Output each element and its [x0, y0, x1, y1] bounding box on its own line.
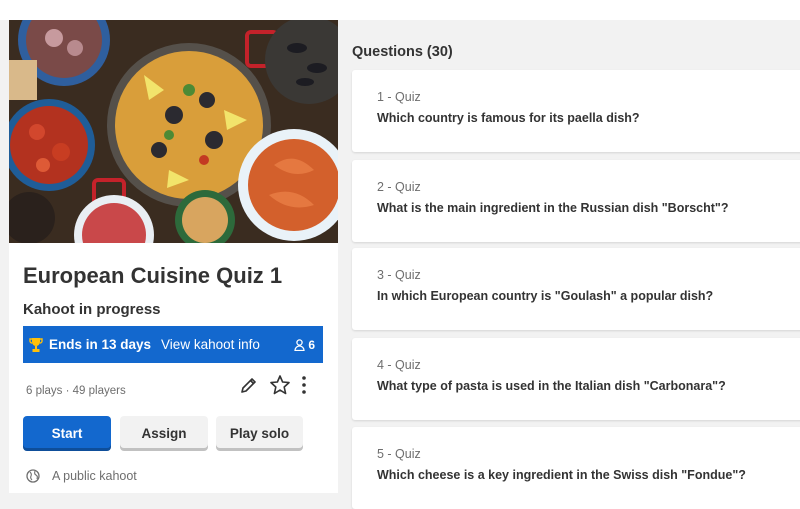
question-type: 5 - Quiz [377, 447, 421, 461]
kahoot-title: European Cuisine Quiz 1 [23, 263, 283, 288]
question-text: What type of pasta is used in the Italia… [377, 379, 726, 393]
participants-number: 6 [308, 337, 315, 352]
cover-image [9, 20, 338, 243]
kahoot-actions [239, 372, 307, 398]
question-type: 3 - Quiz [377, 268, 421, 282]
question-card[interactable]: 1 - Quiz Which country is famous for its… [352, 70, 800, 152]
play-solo-button[interactable]: Play solo [216, 416, 303, 451]
question-type: 2 - Quiz [377, 180, 421, 194]
start-button[interactable]: Start [23, 416, 111, 451]
question-card[interactable]: 2 - Quiz What is the main ingredient in … [352, 160, 800, 242]
favorite-star-icon[interactable] [269, 374, 291, 396]
question-text: In which European country is "Goulash" a… [377, 289, 714, 303]
ends-label: Ends in 13 days [49, 337, 152, 352]
more-options-icon[interactable] [301, 375, 307, 395]
participants-count: 6 [294, 338, 315, 352]
questions-panel: Questions (30) 1 - Quiz Which country is… [352, 20, 800, 509]
question-card[interactable]: 4 - Quiz What type of pasta is used in t… [352, 338, 800, 420]
question-text: Which cheese is a key ingredient in the … [377, 468, 746, 482]
question-text: What is the main ingredient in the Russi… [377, 201, 729, 215]
question-card[interactable]: 3 - Quiz In which European country is "G… [352, 248, 800, 330]
globe-icon [26, 469, 40, 483]
kahoot-details-panel: European Cuisine Quiz 1 Kahoot in progre… [9, 20, 338, 493]
visibility-info: A public kahoot [26, 469, 137, 483]
assign-button[interactable]: Assign [120, 416, 208, 451]
plays-stats: 6 plays · 49 players [26, 385, 126, 397]
question-text: Which country is famous for its paella d… [377, 111, 640, 125]
question-type: 1 - Quiz [377, 90, 421, 104]
kahoot-status: Kahoot in progress [23, 301, 161, 318]
top-bar [0, 0, 800, 20]
visibility-label: A public kahoot [52, 469, 137, 483]
edit-pencil-icon[interactable] [239, 375, 259, 395]
questions-heading: Questions (30) [352, 44, 453, 60]
ends-banner: Ends in 13 days View kahoot info 6 [23, 326, 323, 363]
question-card[interactable]: 5 - Quiz Which cheese is a key ingredien… [352, 427, 800, 509]
trophy-icon [29, 337, 43, 352]
person-icon [294, 338, 305, 351]
view-kahoot-info-link[interactable]: View kahoot info [161, 337, 260, 352]
question-type: 4 - Quiz [377, 358, 421, 372]
